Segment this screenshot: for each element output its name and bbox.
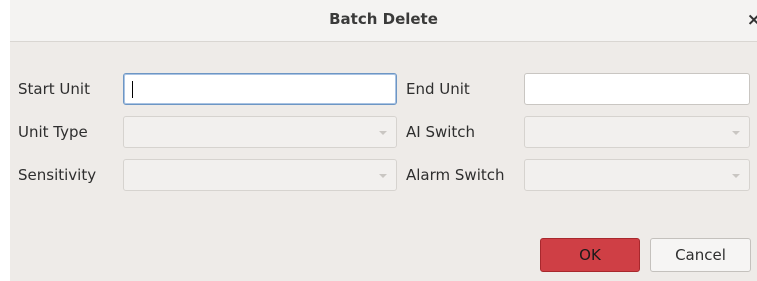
end-unit-input[interactable] xyxy=(525,74,749,104)
ai-switch-label: AI Switch xyxy=(406,123,476,141)
dialog-titlebar: Batch Delete × xyxy=(10,0,757,42)
chevron-down-icon xyxy=(379,174,387,178)
ai-switch-select[interactable] xyxy=(524,116,750,148)
alarm-switch-label: Alarm Switch xyxy=(406,166,505,184)
unit-type-select[interactable] xyxy=(123,116,397,148)
alarm-switch-select[interactable] xyxy=(524,159,750,191)
sensitivity-select[interactable] xyxy=(123,159,397,191)
start-unit-field[interactable] xyxy=(123,73,397,105)
close-icon[interactable]: × xyxy=(747,10,757,30)
text-caret xyxy=(132,81,133,98)
ok-button[interactable]: OK xyxy=(540,238,640,272)
cancel-button[interactable]: Cancel xyxy=(650,238,751,272)
chevron-down-icon xyxy=(732,174,740,178)
dialog-title: Batch Delete xyxy=(329,10,438,28)
chevron-down-icon xyxy=(732,131,740,135)
end-unit-field[interactable] xyxy=(524,73,750,105)
end-unit-label: End Unit xyxy=(406,80,470,98)
start-unit-label: Start Unit xyxy=(18,80,90,98)
batch-delete-dialog: Batch Delete × Start Unit End Unit Unit … xyxy=(10,0,757,281)
chevron-down-icon xyxy=(379,131,387,135)
sensitivity-label: Sensitivity xyxy=(18,166,97,184)
unit-type-label: Unit Type xyxy=(18,123,88,141)
start-unit-input[interactable] xyxy=(124,74,396,104)
